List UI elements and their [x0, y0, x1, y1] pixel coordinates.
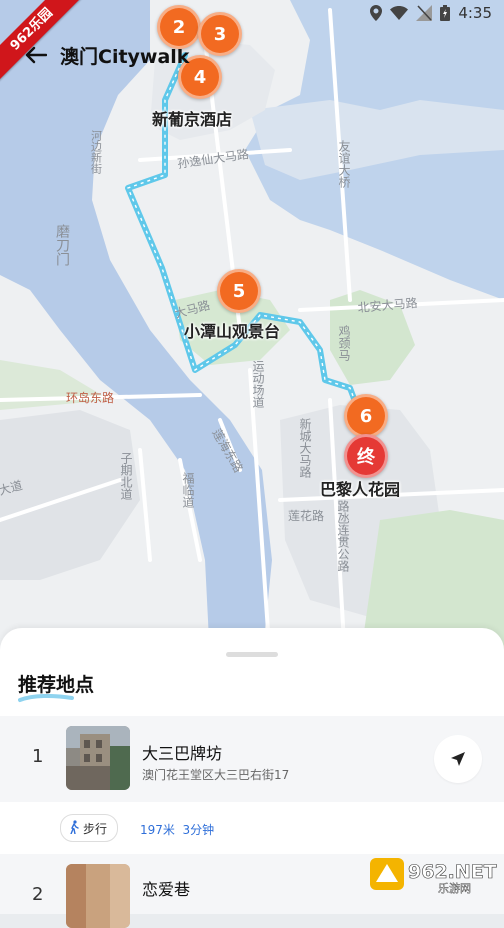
road-label: 磨刀门: [54, 224, 70, 267]
road-label: 友谊大桥: [337, 140, 351, 189]
thumbnail-image[interactable]: [66, 864, 130, 928]
road-label: 路氹连贯公路: [336, 499, 350, 573]
distance-text: 197米: [140, 823, 175, 837]
walk-mode-label: 步行: [83, 821, 108, 836]
navigate-button[interactable]: [434, 735, 482, 783]
road-label: 河边新街: [90, 130, 103, 175]
road-label: 子期北道: [119, 452, 133, 500]
place-address: 澳门花王堂区大三巴右街17: [142, 768, 290, 782]
clock-text: 4:35: [458, 4, 492, 22]
place-label-taipa-lookout: 小潭山观景台: [184, 322, 281, 341]
watermark-site-sub: 乐游网: [438, 882, 471, 894]
battery-icon: [440, 5, 451, 21]
place-name: 恋爱巷: [142, 880, 191, 899]
item-index: 2: [32, 884, 44, 905]
route-marker-6[interactable]: 6: [344, 394, 388, 438]
road-label: 莲花路: [288, 508, 324, 523]
road-label: 环岛东路: [66, 390, 114, 405]
location-icon: [370, 5, 383, 21]
road-label: 新城大马路: [298, 417, 312, 479]
duration-text: 3分钟: [182, 823, 215, 837]
sheet-title: 推荐地点: [18, 674, 95, 696]
route-marker-5[interactable]: 5: [217, 269, 261, 313]
title-underline-decoration: [18, 694, 74, 702]
place-name: 大三巴牌坊: [142, 744, 223, 763]
place-label-lisboa: 新葡京酒店: [152, 110, 233, 129]
road-label: 鸡颈马: [337, 324, 351, 361]
place-label-parisian-garden: 巴黎人花园: [320, 480, 401, 499]
walk-mode-chip[interactable]: 步行: [60, 814, 119, 842]
navigation-arrow-icon: [451, 752, 465, 766]
wifi-icon: [390, 6, 409, 20]
page-title: 澳门Citywalk: [60, 45, 190, 68]
status-bar: 4:35: [0, 0, 504, 28]
watermark-site: 962.NET: [408, 861, 497, 883]
thumbnail-image[interactable]: [66, 726, 130, 790]
road-label: 运动场道: [251, 360, 265, 408]
list-item[interactable]: 1 大三巴牌坊 澳门花王堂区大三巴右街17: [0, 716, 504, 802]
road-label: 福临道: [181, 471, 195, 508]
route-marker-end[interactable]: 终: [344, 434, 388, 478]
walking-person-icon: [69, 819, 79, 837]
distance-duration: 197米 3分钟: [140, 821, 214, 838]
sheet-drag-handle[interactable]: [226, 652, 278, 657]
item-index: 1: [32, 746, 44, 767]
no-signal-icon: [416, 5, 433, 21]
site-watermark: 962.NET 乐游网: [370, 858, 497, 894]
